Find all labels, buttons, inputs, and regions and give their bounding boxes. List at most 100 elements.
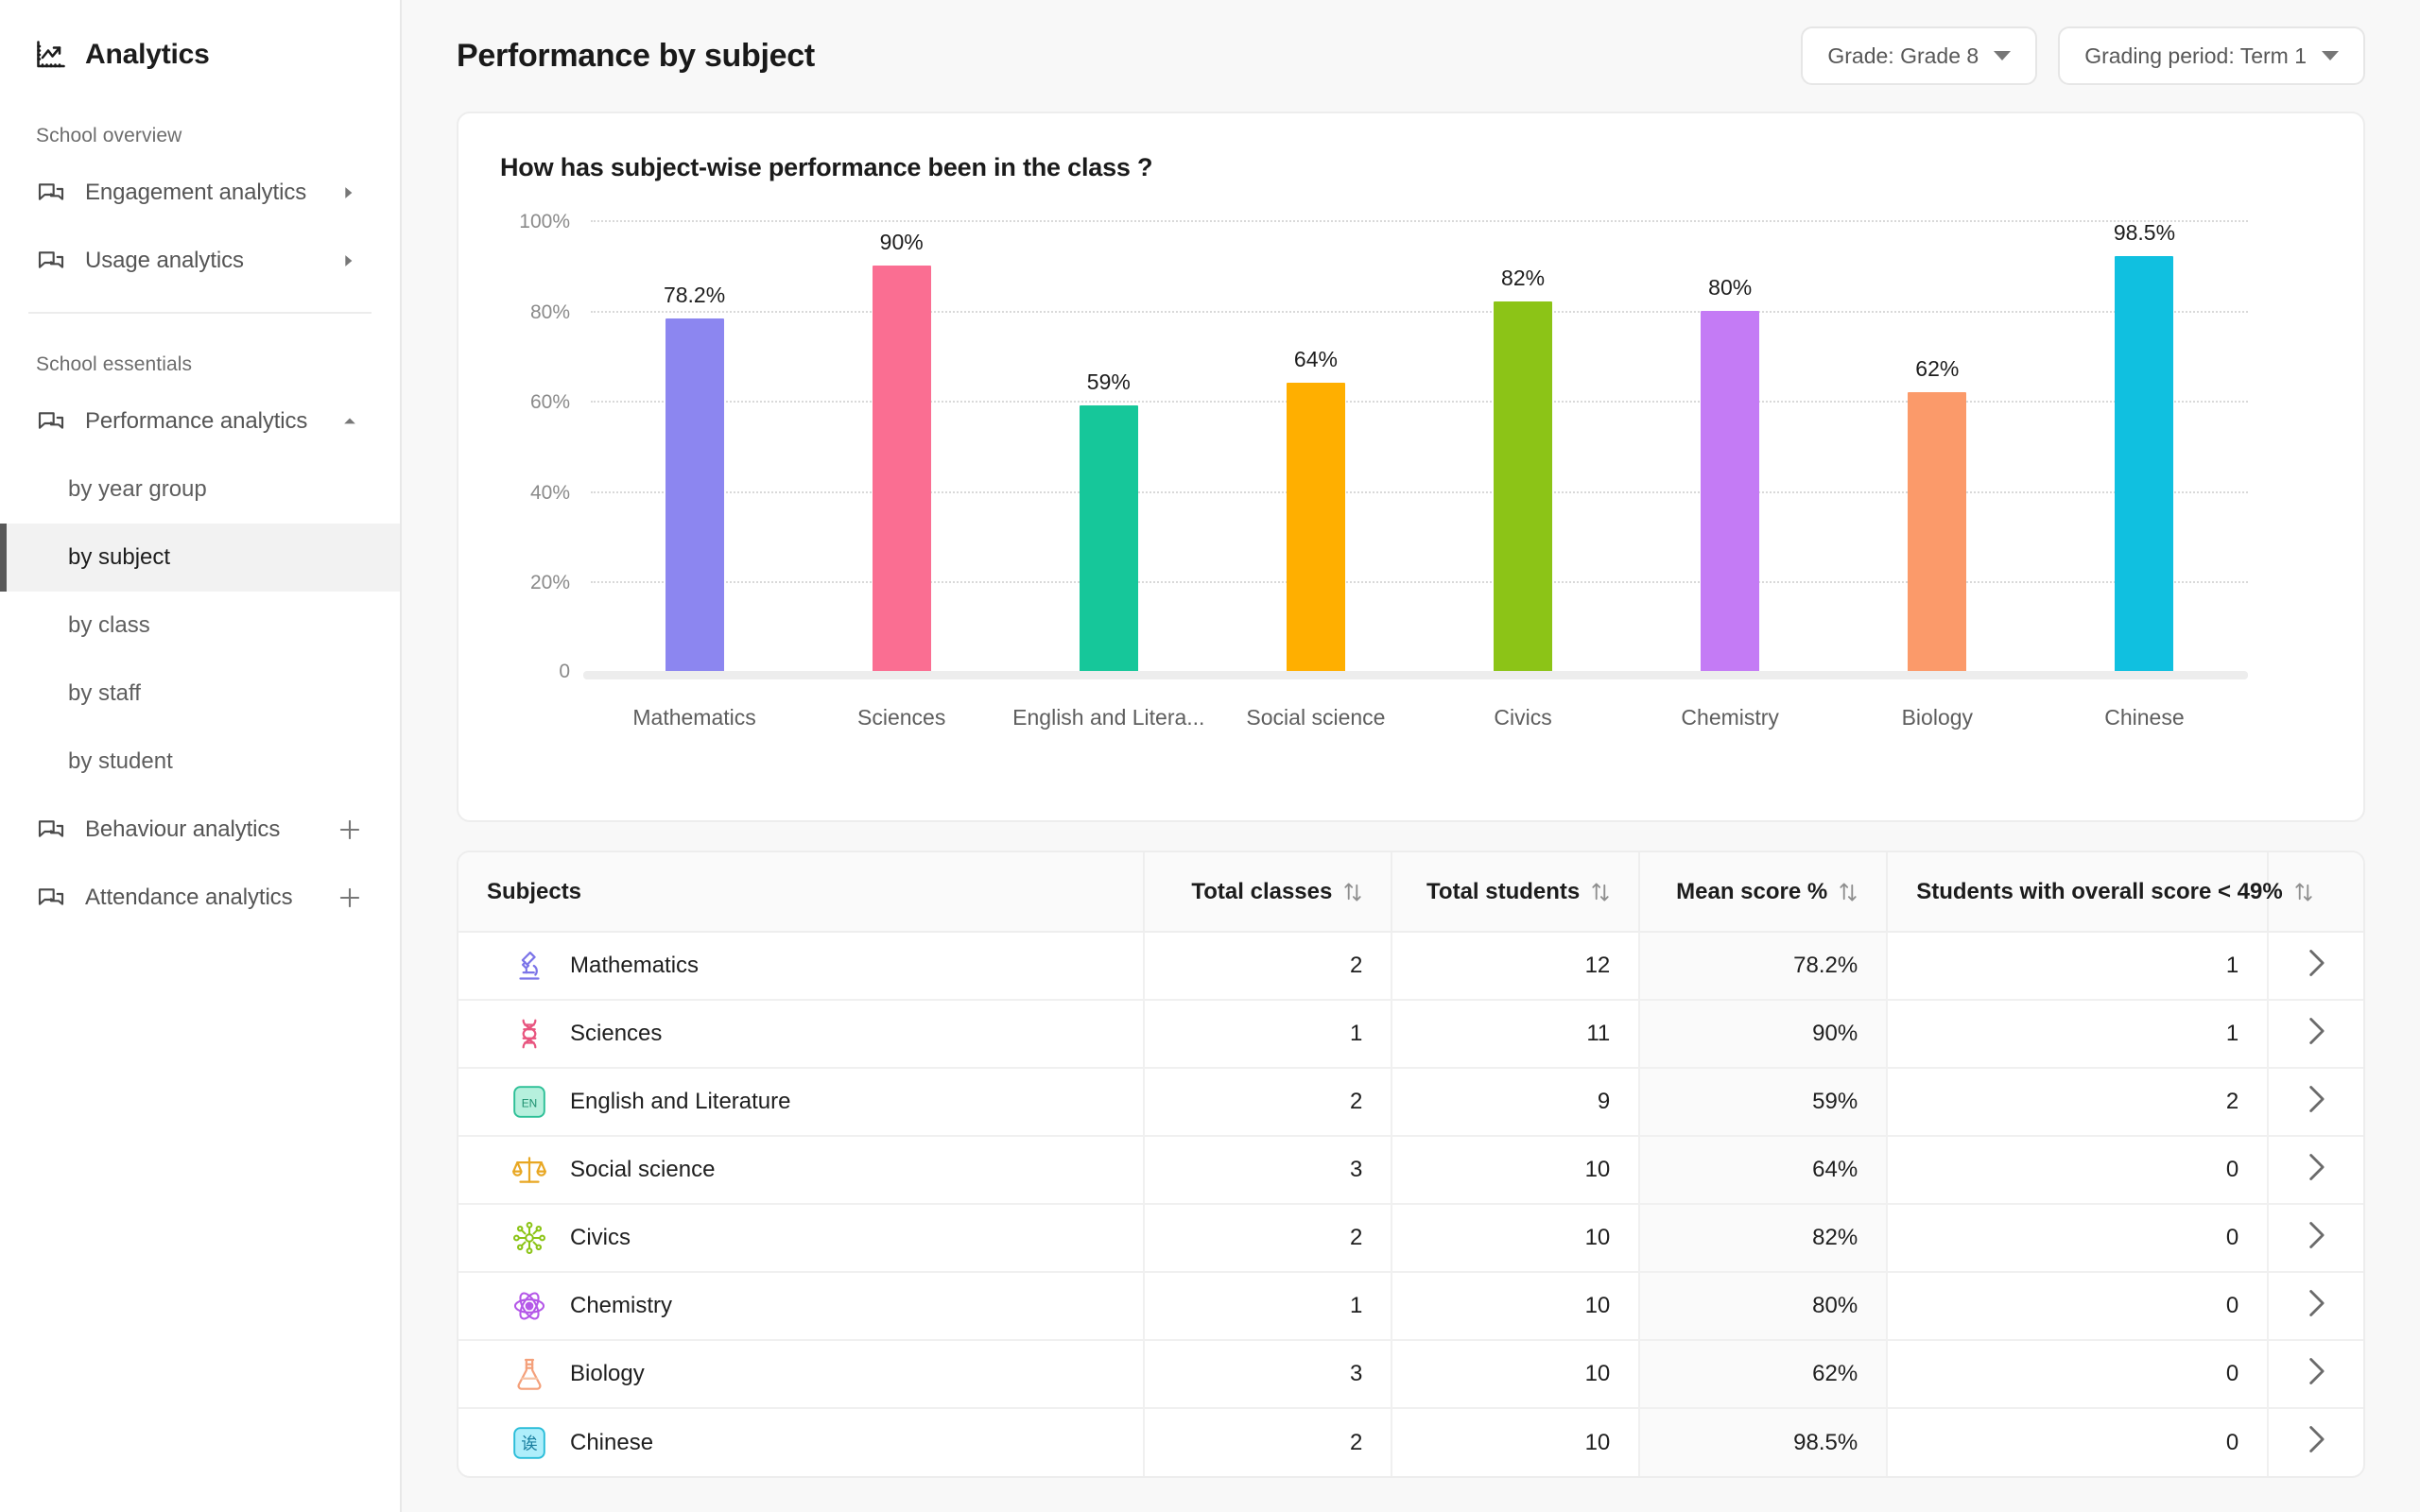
chart-bar[interactable] (1908, 391, 1967, 672)
sidebar-item-usage-analytics[interactable]: Usage analytics (0, 227, 400, 295)
chart-bar[interactable] (2115, 256, 2174, 672)
row-detail-button[interactable] (2268, 1068, 2363, 1137)
table-head: Subjects Total classes Total students Me… (458, 852, 2363, 933)
subject-name: Chinese (570, 1429, 654, 1455)
table-body: Mathematics 2 12 78.2% 1 Sciences 1 11 90% 1 EN Eng… (458, 932, 2363, 1476)
sidebar-item-by-staff[interactable]: by staff (0, 660, 400, 728)
row-detail-button[interactable] (2268, 1340, 2363, 1409)
column-header-mean-score[interactable]: Mean score % (1639, 852, 1889, 933)
sidebar-item-performance-analytics[interactable]: Performance analytics (0, 387, 400, 455)
row-detail-button[interactable] (2268, 1000, 2363, 1069)
column-header-total-classes[interactable]: Total classes (1144, 852, 1393, 933)
chart-bar[interactable] (1286, 383, 1345, 672)
cell-total-classes: 1 (1144, 1272, 1393, 1341)
sort-icon[interactable] (1591, 880, 1610, 904)
chart-bar[interactable] (1079, 404, 1138, 672)
cell-subject: Chemistry (458, 1272, 1146, 1341)
sidebar-item-engagement-analytics[interactable]: Engagement analytics (0, 159, 400, 227)
chart-bar[interactable] (1494, 301, 1553, 672)
cell-total-classes: 2 (1144, 1068, 1393, 1137)
sidebar-item-by-class[interactable]: by class (0, 592, 400, 660)
row-detail-button[interactable] (2268, 1408, 2363, 1476)
sidebar-item-by-subject[interactable]: by subject (0, 524, 400, 592)
table-row[interactable]: 诶 Chinese 2 10 98.5% 0 (458, 1408, 2363, 1476)
chart-bar-group[interactable]: 78.2% (591, 220, 798, 672)
chat-bubbles-icon (36, 883, 66, 913)
table-row[interactable]: Mathematics 2 12 78.2% 1 (458, 932, 2363, 1001)
chart-y-tick-label: 80% (529, 301, 570, 323)
cell-subject: Civics (458, 1204, 1146, 1273)
cell-total-classes: 2 (1144, 1408, 1393, 1476)
table-row[interactable]: Chemistry 1 10 80% 0 (458, 1272, 2363, 1341)
table-row[interactable]: Biology 3 10 62% 0 (458, 1340, 2363, 1409)
chart-bar[interactable] (665, 318, 724, 672)
column-header-total-students[interactable]: Total students (1392, 852, 1641, 933)
chart-bar-group[interactable]: 80% (1627, 220, 1834, 672)
chart-bar-group[interactable]: 98.5% (2041, 220, 2248, 672)
column-header-label: Subjects (487, 878, 582, 904)
microscope-icon (511, 948, 547, 984)
chart-bar-group[interactable]: 62% (1834, 220, 2041, 672)
grade-filter-label: Grade: Grade 8 (1827, 43, 1979, 68)
chart-bar-group[interactable]: 64% (1212, 220, 1419, 672)
sort-icon[interactable] (2294, 880, 2313, 904)
chart-y-tick-label: 20% (529, 572, 570, 594)
plus-icon[interactable] (336, 885, 364, 910)
cell-mean-score: 64% (1639, 1136, 1889, 1205)
subject-name: Sciences (570, 1021, 663, 1046)
table-row[interactable]: EN English and Literature 2 9 59% 2 (458, 1068, 2363, 1137)
sort-icon[interactable] (1343, 880, 1362, 904)
grade-filter-dropdown[interactable]: Grade: Grade 8 (1801, 26, 2038, 85)
plus-icon[interactable] (336, 817, 364, 842)
column-header-label: Mean score % (1676, 878, 1828, 904)
cell-total-classes: 3 (1144, 1136, 1393, 1205)
chat-bubbles-icon (36, 815, 66, 845)
cell-total-students: 10 (1392, 1272, 1641, 1341)
chevron-right-icon[interactable] (2305, 1220, 2327, 1250)
table-row[interactable]: Sciences 1 11 90% 1 (458, 1000, 2363, 1069)
chevron-right-icon[interactable] (2305, 1356, 2327, 1386)
chart-bar[interactable] (1701, 310, 1760, 672)
row-detail-button[interactable] (2268, 1204, 2363, 1273)
chart-bar-group[interactable]: 90% (798, 220, 1005, 672)
sidebar-subitem-label: by subject (68, 544, 171, 570)
column-header-low-scorers[interactable]: Students with overall score < 49% (1887, 852, 2312, 933)
cell-low-scorers: 0 (1887, 1136, 2270, 1205)
cell-mean-score: 82% (1639, 1204, 1889, 1273)
sidebar-item-behaviour-analytics[interactable]: Behaviour analytics (0, 796, 400, 864)
sidebar-item-label: Usage analytics (85, 248, 244, 273)
sort-icon[interactable] (1839, 880, 1858, 904)
chart-bar-value-label: 62% (1915, 355, 1960, 381)
sidebar-item-by-student[interactable]: by student (0, 728, 400, 796)
chart-bar-value-label: 64% (1293, 347, 1338, 372)
sidebar-item-attendance-analytics[interactable]: Attendance analytics (0, 864, 400, 932)
table-row[interactable]: Social science 3 10 64% 0 (458, 1136, 2363, 1205)
brand-title: Analytics (85, 39, 210, 70)
sidebar-item-by-year-group[interactable]: by year group (0, 455, 400, 524)
chart-bar[interactable] (872, 265, 931, 672)
sidebar-subitem-label: by class (68, 612, 150, 638)
app-root: Analytics School overview Engagement ana… (0, 0, 2420, 1512)
table-row[interactable]: Civics 2 10 82% 0 (458, 1204, 2363, 1273)
row-detail-button[interactable] (2268, 1272, 2363, 1341)
chart-x-tick-label: Social science (1246, 705, 1386, 730)
chevron-right-icon[interactable] (2305, 1016, 2327, 1046)
chevron-right-icon[interactable] (2305, 1152, 2327, 1182)
cell-low-scorers: 1 (1887, 932, 2270, 1001)
row-detail-button[interactable] (2268, 932, 2363, 1001)
chevron-right-icon[interactable] (2305, 1424, 2327, 1454)
chevron-right-icon[interactable] (2305, 1084, 2327, 1114)
cell-subject: Mathematics (458, 932, 1146, 1001)
chart-bar-group[interactable]: 59% (1005, 220, 1212, 672)
chevron-right-icon[interactable] (2305, 1288, 2327, 1318)
grading-period-filter-dropdown[interactable]: Grading period: Term 1 (2058, 26, 2365, 85)
chart-bar-group[interactable]: 82% (1420, 220, 1627, 672)
cell-subject: Sciences (458, 1000, 1146, 1069)
row-detail-button[interactable] (2268, 1136, 2363, 1205)
cell-total-students: 10 (1392, 1408, 1641, 1476)
subjects-table-card: Subjects Total classes Total students Me… (457, 850, 2365, 1478)
chevron-right-icon[interactable] (2305, 948, 2327, 978)
table-header-row: Subjects Total classes Total students Me… (458, 852, 2363, 933)
sidebar-divider (28, 312, 372, 314)
bar-chart: 100% 80% 60% 40% 20% 0 78.2% 90% 59% 64% 82% 80% 62… (500, 207, 2322, 774)
